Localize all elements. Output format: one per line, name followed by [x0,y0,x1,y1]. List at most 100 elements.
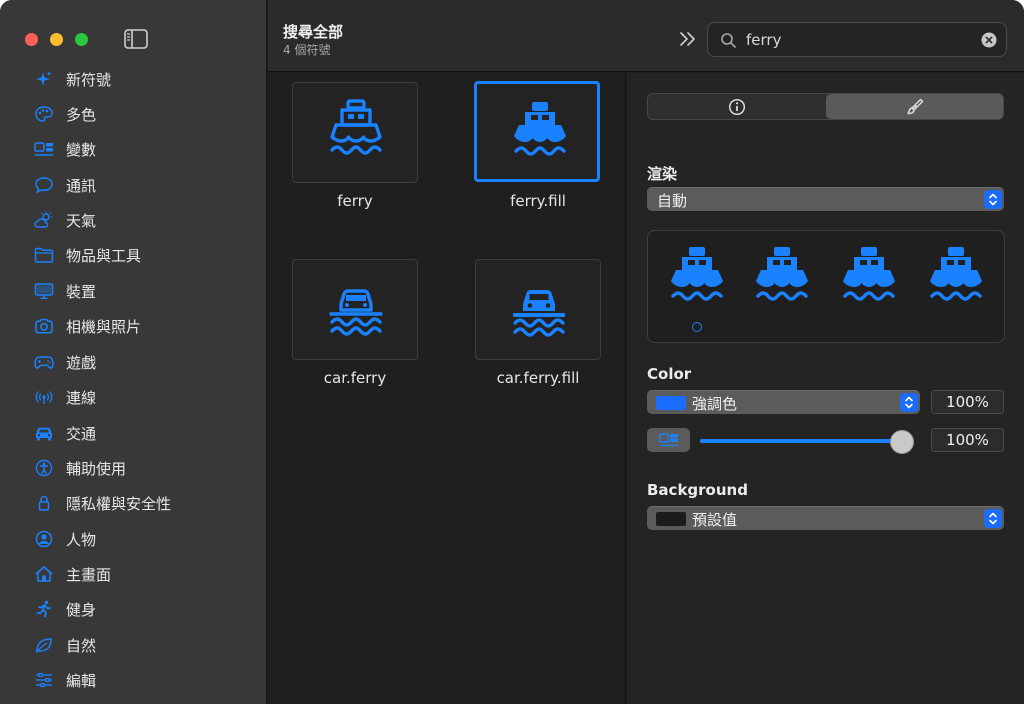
search-field[interactable] [707,22,1007,57]
ferry-fill-icon[interactable] [926,243,986,309]
selected-variant-indicator [692,322,702,332]
sidebar: 新符號 多色 變數 通訊 天氣 物品與工具 裝置 相機與照片 遊戲 連線 交通 … [0,0,267,704]
symbol-name: ferry [337,192,373,210]
background-value: 預設值 [692,511,738,529]
rendering-tab[interactable] [826,94,1003,119]
sidebar-item-connectivity[interactable]: 連線 [0,380,267,414]
sidebar-item-fitness[interactable]: 健身 [0,592,267,626]
ferry-fill-icon[interactable] [839,243,899,309]
ferry-fill-icon[interactable] [752,243,812,309]
sidebar-item-label: 隱私權與安全性 [66,495,172,513]
sidebar-item-label: 新符號 [66,71,112,89]
symbol-name: ferry.fill [510,192,566,210]
sidebar-item-accessibility[interactable]: 輔助使用 [0,451,267,485]
chevron-up-down-icon [984,509,1002,528]
sidebar-item-gaming[interactable]: 遊戲 [0,345,267,379]
cloud-sun-icon [34,211,52,228]
sidebar-item-label: 編輯 [66,672,97,690]
ferry-icon [330,99,382,155]
sparkle-icon [36,71,52,86]
display-icon [34,283,54,300]
sidebar-item-label: 裝置 [66,283,97,301]
chevron-double-right-icon[interactable] [678,30,698,48]
layer-picker-button[interactable] [647,428,690,452]
sidebar-item-label: 天氣 [66,212,97,230]
sidebar-item-label: 相機與照片 [66,318,142,336]
magnifyingglass-icon [721,33,736,48]
sidebar-item-multicolor[interactable]: 多色 [0,97,267,131]
leaf-icon [35,638,52,653]
inspector-segmented-control [647,93,1004,120]
car-icon [36,427,52,441]
symbol-name: car.ferry.fill [496,369,580,387]
sidebar-item-label: 遊戲 [66,354,97,372]
palette-icon [35,106,53,122]
sidebar-item-transportation[interactable]: 交通 [0,416,267,450]
sidebar-item-communication[interactable]: 通訊 [0,168,267,202]
background-label: Background [647,481,748,499]
chevron-up-down-icon [900,393,918,412]
color-label: Color [647,365,692,383]
sidebar-toggle-icon[interactable] [124,29,148,53]
sliders-icon [36,672,52,688]
sidebar-item-label: 變數 [66,141,97,159]
folder-icon [34,247,54,263]
figure-run-icon [36,600,51,618]
background-swatch [656,512,686,526]
page-title: 搜尋全部 [283,23,344,41]
sidebar-item-weather[interactable]: 天氣 [0,203,267,237]
sidebar-item-new-symbols[interactable]: 新符號 [0,62,267,96]
minimize-window-button[interactable] [50,33,63,46]
sidebar-item-label: 交通 [66,425,97,443]
slider-fill [700,439,902,443]
symbol-tile-box [292,82,418,183]
sidebar-item-label: 健身 [66,601,97,619]
rendering-preview [647,230,1005,343]
opacity-slider[interactable] [700,430,920,454]
sidebar-item-editing[interactable]: 編輯 [0,663,267,697]
search-input[interactable] [746,29,966,51]
accessibility-icon [35,459,53,477]
rendering-mode-value: 自動 [657,192,688,210]
sidebar-item-objects-tools[interactable]: 物品與工具 [0,238,267,272]
rendering-label: 渲染 [647,165,678,183]
background-select[interactable]: 預設值 [647,506,1004,530]
color-select[interactable]: 強調色 [647,390,920,414]
symbol-name: car.ferry [323,369,387,387]
sidebar-item-camera-photos[interactable]: 相機與照片 [0,309,267,343]
sidebar-item-privacy-security[interactable]: 隱私權與安全性 [0,486,267,520]
sidebar-item-label: 通訊 [66,177,97,195]
sidebar-item-nature[interactable]: 自然 [0,628,267,662]
symbol-grid: ferry ferry.fill car.ferry car.ferry.fil… [268,73,626,704]
gamecontroller-icon [34,356,54,369]
house-icon [35,565,53,582]
slider-knob[interactable] [890,430,914,454]
sidebar-item-devices[interactable]: 裝置 [0,274,267,308]
car-ferry-fill-icon [513,290,565,337]
chevron-up-down-icon [984,190,1002,209]
toolbar: 搜尋全部 4 個符號 [268,0,1024,72]
color-opacity-field[interactable]: 100% [931,390,1004,414]
sidebar-item-label: 多色 [66,106,97,124]
opacity-value-field[interactable]: 100% [931,428,1004,452]
symbol-tile-box [475,259,601,360]
sidebar-item-label: 人物 [66,531,97,549]
lock-icon [38,495,50,511]
sidebar-item-home[interactable]: 主畫面 [0,557,267,591]
sidebar-item-variable[interactable]: 變數 [0,132,267,166]
antenna-icon [35,391,53,404]
variable-icon [34,142,53,156]
sidebar-item-label: 主畫面 [66,566,112,584]
clear-icon[interactable] [981,32,997,48]
sidebar-item-human[interactable]: 人物 [0,522,267,556]
ferry-fill-icon[interactable] [667,243,727,309]
close-window-button[interactable] [25,33,38,46]
rendering-mode-select[interactable]: 自動 [647,187,1004,211]
zoom-window-button[interactable] [75,33,88,46]
car-ferry-icon [329,289,383,336]
variable-icon [659,433,678,447]
sidebar-item-label: 物品與工具 [66,247,142,265]
person-circle-icon [35,530,53,548]
info-tab[interactable] [648,94,826,119]
color-value: 強調色 [692,395,738,413]
